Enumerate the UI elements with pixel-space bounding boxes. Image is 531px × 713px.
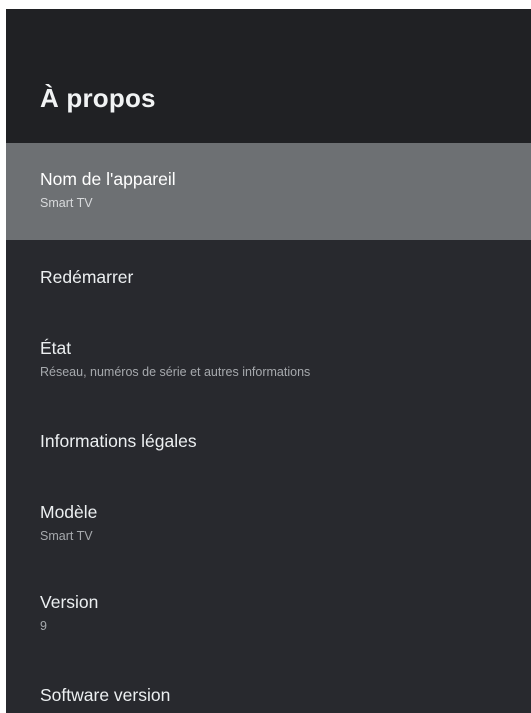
page-title: À propos — [40, 83, 156, 113]
setting-summary: 9 — [40, 619, 47, 633]
setting-version[interactable]: Version 9 — [6, 568, 531, 658]
setting-title: Informations légales — [40, 431, 197, 451]
setting-software-version[interactable]: Software version — [6, 658, 531, 713]
setting-legal-info[interactable]: Informations légales — [6, 404, 531, 478]
setting-summary: Smart TV — [40, 529, 93, 543]
setting-title: Version — [40, 592, 99, 612]
setting-model[interactable]: Modèle Smart TV — [6, 478, 531, 568]
header: À propos — [6, 9, 531, 143]
setting-title: État — [40, 338, 72, 358]
setting-device-name[interactable]: Nom de l'appareil Smart TV — [6, 143, 531, 240]
setting-title: Modèle — [40, 502, 98, 522]
setting-summary: Smart TV — [40, 196, 93, 210]
setting-status[interactable]: État Réseau, numéros de série et autres … — [6, 314, 531, 404]
setting-restart[interactable]: Redémarrer — [6, 240, 531, 314]
setting-title: Software version — [40, 685, 171, 705]
about-settings-panel: À propos Nom de l'appareil Smart TV Redé… — [6, 9, 531, 713]
setting-title: Redémarrer — [40, 267, 134, 287]
setting-title: Nom de l'appareil — [40, 169, 176, 189]
settings-list: Nom de l'appareil Smart TV Redémarrer Ét… — [6, 143, 531, 713]
setting-summary: Réseau, numéros de série et autres infor… — [40, 365, 311, 379]
